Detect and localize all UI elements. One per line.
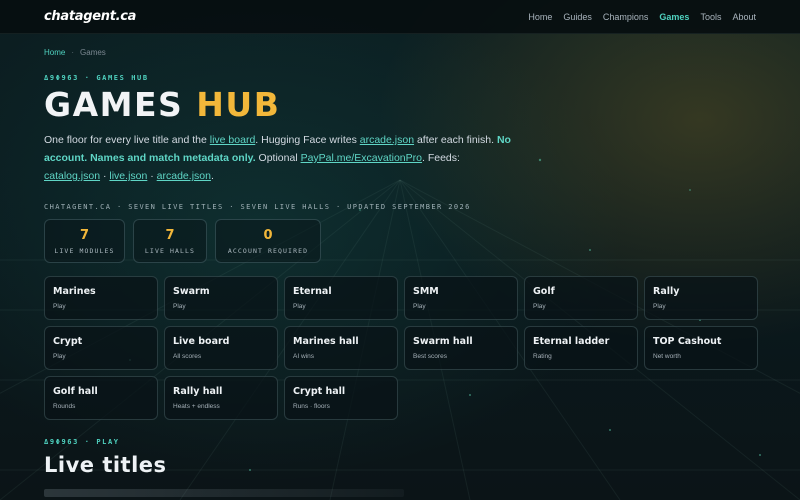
module-subtitle: Rating — [533, 353, 552, 360]
breadcrumb-separator: · — [71, 48, 75, 57]
section-eyebrow: Δ9Φ963 · PLAY — [44, 438, 120, 446]
lede-text: . Hugging Face writes — [255, 134, 360, 146]
nav-about-link[interactable]: About — [732, 12, 756, 22]
breadcrumb-home-link[interactable]: Home — [44, 48, 65, 57]
module-title: Swarm — [173, 286, 210, 297]
section-intro-faded — [44, 489, 404, 497]
live-json-link[interactable]: live.json — [109, 170, 147, 182]
lede-separator: · — [147, 170, 157, 182]
module-title: Live board — [173, 336, 230, 347]
module-title: TOP Cashout — [653, 336, 722, 347]
module-subtitle: Play — [533, 303, 546, 310]
module-title: Crypt — [53, 336, 83, 347]
nav-home-link[interactable]: Home — [528, 12, 552, 22]
section-title: Live titles — [44, 453, 167, 477]
stat-label: LIVE HALLS — [144, 246, 196, 255]
lede-text: . Feeds: — [421, 152, 460, 164]
nav-guides-link[interactable]: Guides — [563, 12, 592, 22]
module-card-marines[interactable]: Marines Play — [44, 276, 158, 320]
stat-value: 7 — [79, 227, 90, 243]
module-subtitle: AI wins — [293, 353, 314, 360]
module-subtitle: Runs · floors — [293, 403, 330, 410]
module-card-crypt-hall[interactable]: Crypt hall Runs · floors — [284, 376, 398, 420]
module-card-swarm[interactable]: Swarm Play — [164, 276, 278, 320]
breadcrumb: Home · Games — [44, 48, 756, 57]
lede-separator: · — [100, 170, 110, 182]
lede-text: Optional — [255, 152, 301, 164]
module-subtitle: Rounds — [53, 403, 76, 410]
lede-text: after each finish. — [414, 134, 497, 146]
stat-live-modules: 7 LIVE MODULES — [44, 219, 125, 263]
nav-games-link[interactable]: Games — [659, 12, 689, 22]
module-title: Rally hall — [173, 386, 223, 397]
module-subtitle: Play — [653, 303, 666, 310]
module-subtitle: Play — [53, 303, 66, 310]
module-grid: Marines Play Swarm Play Eternal Play SMM Pla… — [44, 276, 758, 420]
live-board-link[interactable]: live board — [210, 134, 256, 146]
site-logo[interactable]: chatagent.ca — [44, 9, 136, 24]
module-subtitle: Play — [173, 303, 186, 310]
stat-value: 0 — [263, 227, 273, 243]
stats-row: 7 LIVE MODULES 7 LIVE HALLS 0 ACCOUNT RE… — [44, 219, 756, 263]
stat-live-halls: 7 LIVE HALLS — [133, 219, 207, 263]
module-title: Crypt hall — [293, 386, 346, 397]
module-title: Rally — [653, 286, 680, 297]
page-title: GAMES HUB — [44, 86, 756, 124]
module-title: Golf — [533, 286, 555, 297]
lede-text: . — [210, 170, 214, 182]
module-title: Marines hall — [293, 336, 359, 347]
module-card-rally-hall[interactable]: Rally hall Heats + endless — [164, 376, 278, 420]
module-title: Golf hall — [53, 386, 98, 397]
paypal-link[interactable]: PayPal.me/ExcavationPro — [301, 152, 422, 164]
stat-label: ACCOUNT REQUIRED — [227, 246, 309, 255]
nav-champions-link[interactable]: Champions — [603, 12, 649, 22]
hero-description: One floor for every live title and the l… — [44, 131, 514, 185]
arcade-json-link[interactable]: arcade.json — [360, 134, 414, 146]
module-subtitle: Best scores — [413, 353, 447, 360]
module-subtitle: Play — [53, 353, 66, 360]
module-title: Swarm hall — [413, 336, 473, 347]
lede-text: One floor for every live title and the — [44, 134, 210, 146]
page-title-word-hub: HUB — [196, 85, 281, 124]
page-title-word-games: GAMES — [44, 85, 184, 124]
module-subtitle: Heats + endless — [173, 403, 220, 410]
module-card-crypt[interactable]: Crypt Play — [44, 326, 158, 370]
module-subtitle: All scores — [173, 353, 202, 360]
module-card-eternal-ladder[interactable]: Eternal ladder Rating — [524, 326, 638, 370]
main-content: Home · Games Δ9Φ963 · GAMES HUB GAMES HU… — [0, 48, 800, 497]
stat-label: LIVE MODULES — [54, 246, 115, 255]
module-title: Marines — [53, 286, 96, 297]
module-subtitle: Play — [293, 303, 306, 310]
module-card-marines-hall[interactable]: Marines hall AI wins — [284, 326, 398, 370]
module-title: Eternal — [293, 286, 332, 297]
module-card-eternal[interactable]: Eternal Play — [284, 276, 398, 320]
module-subtitle: Play — [413, 303, 426, 310]
stat-account-required: 0 ACCOUNT REQUIRED — [215, 219, 321, 263]
module-card-smm[interactable]: SMM Play — [404, 276, 518, 320]
site-meta-line: CHATAGENT.CA · SEVEN LIVE TITLES · SEVEN… — [44, 203, 471, 211]
module-card-live-board[interactable]: Live board All scores — [164, 326, 278, 370]
top-navigation-bar: chatagent.ca Home Guides Champions Games… — [0, 0, 800, 34]
hero-eyebrow: Δ9Φ963 · GAMES HUB — [44, 74, 149, 82]
stat-value: 7 — [165, 227, 175, 243]
arcade-json-feed-link[interactable]: arcade.json — [157, 170, 211, 182]
main-nav: Home Guides Champions Games Tools About — [528, 12, 756, 22]
module-card-swarm-hall[interactable]: Swarm hall Best scores — [404, 326, 518, 370]
catalog-json-link[interactable]: catalog.json — [44, 170, 100, 182]
module-card-rally[interactable]: Rally Play — [644, 276, 758, 320]
module-subtitle: Net worth — [653, 353, 681, 360]
module-title: Eternal ladder — [533, 336, 610, 347]
module-card-golf-hall[interactable]: Golf hall Rounds — [44, 376, 158, 420]
breadcrumb-current: Games — [80, 48, 106, 57]
module-card-top-cashout[interactable]: TOP Cashout Net worth — [644, 326, 758, 370]
nav-tools-link[interactable]: Tools — [700, 12, 721, 22]
module-title: SMM — [413, 286, 439, 297]
module-card-golf[interactable]: Golf Play — [524, 276, 638, 320]
